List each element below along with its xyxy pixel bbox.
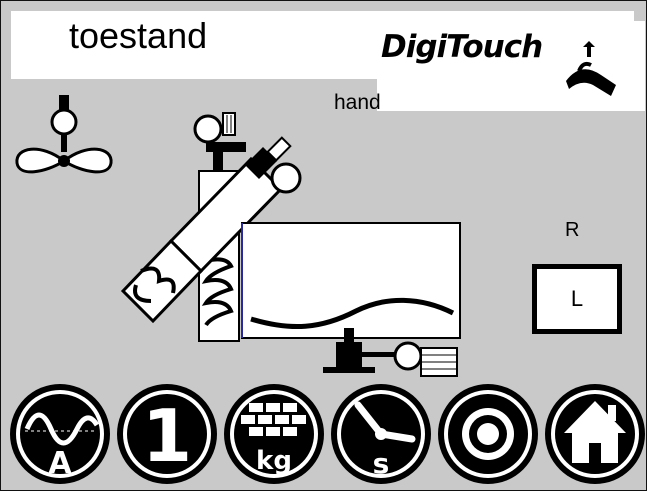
program-digit: 1 [142, 394, 192, 478]
upper-motor-icon [193, 112, 246, 172]
silo-bin-icon [241, 222, 461, 339]
current-letter: A [48, 446, 72, 481]
mixer-icon [15, 95, 113, 174]
seconds-letter: s [373, 447, 390, 480]
direction-label: R [565, 219, 580, 241]
direction-button[interactable]: L [532, 264, 622, 334]
program-number-button[interactable]: 1 [114, 381, 220, 487]
home-button[interactable] [542, 381, 647, 487]
timer-seconds-button[interactable]: s [328, 381, 434, 487]
record-button[interactable] [435, 381, 541, 487]
weight-button[interactable]: kg [221, 381, 327, 487]
weight-unit: kg [256, 446, 292, 476]
current-sensor-button[interactable]: A [7, 381, 113, 487]
display-screen: toestand DigiTouch hand R L A 1 kg s [0, 0, 647, 491]
